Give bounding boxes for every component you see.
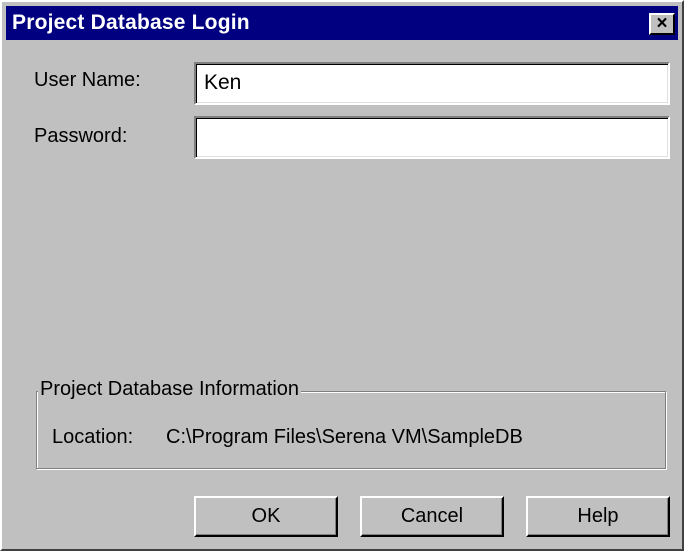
window-title: Project Database Login — [12, 11, 250, 34]
user-name-value: Ken — [204, 71, 242, 94]
help-button[interactable]: Help — [526, 496, 670, 537]
location-value: C:\Program Files\Serena VM\SampleDB — [166, 426, 523, 448]
close-icon: × — [656, 13, 668, 34]
database-info-group-title: Project Database Information — [38, 378, 302, 401]
ok-button-label: OK — [251, 505, 281, 527]
user-name-label: User Name: — [34, 69, 141, 91]
ok-button[interactable]: OK — [194, 496, 338, 537]
title-bar[interactable]: Project Database Login × — [6, 6, 678, 40]
close-button[interactable]: × — [649, 13, 675, 35]
password-label: Password: — [34, 125, 128, 147]
password-field[interactable] — [194, 116, 670, 159]
login-dialog: Project Database Login × User Name: Ken … — [0, 0, 684, 551]
help-button-label: Help — [577, 505, 619, 527]
user-name-field[interactable]: Ken — [194, 62, 670, 105]
cancel-button[interactable]: Cancel — [360, 496, 504, 537]
location-label: Location: — [52, 426, 134, 448]
cancel-button-label: Cancel — [400, 505, 464, 527]
